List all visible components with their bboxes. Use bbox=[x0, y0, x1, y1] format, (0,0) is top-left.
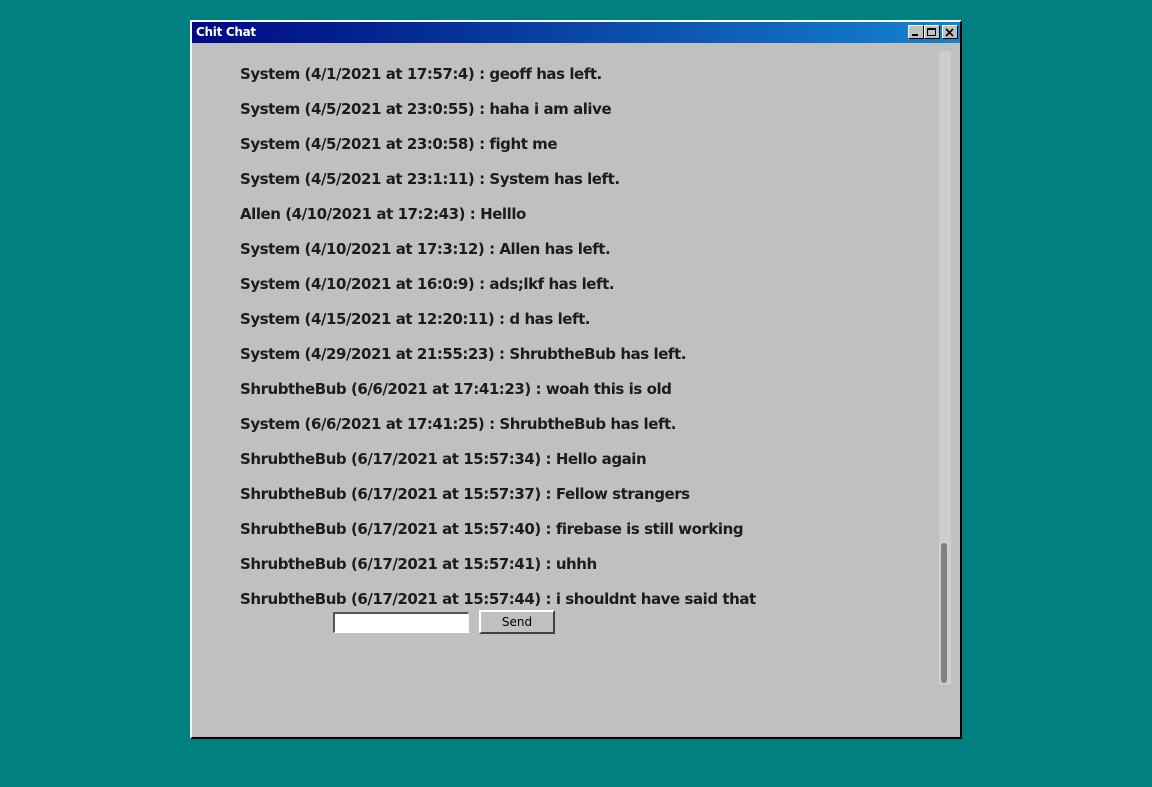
chat-message: System (4/5/2021 at 23:0:58) : fight me bbox=[240, 135, 558, 153]
message-list: System (4/1/2021 at 17:57:4) : geoff has… bbox=[192, 43, 940, 737]
scrollbar[interactable] bbox=[939, 51, 951, 685]
close-button[interactable] bbox=[942, 25, 958, 39]
chat-message: System (4/1/2021 at 17:57:4) : geoff has… bbox=[240, 65, 602, 83]
composer: Send bbox=[333, 610, 555, 634]
maximize-button[interactable] bbox=[924, 25, 940, 39]
window-title: Chit Chat bbox=[196, 25, 256, 39]
chat-window: Chit Chat System (4/1/2021 at 17:57:4) :… bbox=[190, 20, 962, 739]
send-button[interactable]: Send bbox=[479, 610, 555, 634]
minimize-icon bbox=[912, 34, 918, 36]
chat-message: ShrubtheBub (6/17/2021 at 15:57:40) : fi… bbox=[240, 520, 744, 538]
chat-message: System (6/6/2021 at 17:41:25) : Shrubthe… bbox=[240, 415, 676, 433]
chat-message: System (4/5/2021 at 23:1:11) : System ha… bbox=[240, 170, 620, 188]
chat-message: System (4/10/2021 at 16:0:9) : ads;lkf h… bbox=[240, 275, 615, 293]
chat-message: ShrubtheBub (6/17/2021 at 15:57:34) : He… bbox=[240, 450, 647, 468]
window-controls bbox=[908, 25, 958, 39]
chat-message: System (4/15/2021 at 12:20:11) : d has l… bbox=[240, 310, 591, 328]
chat-message: ShrubtheBub (6/17/2021 at 15:57:41) : uh… bbox=[240, 555, 597, 573]
scrollbar-thumb[interactable] bbox=[941, 543, 947, 683]
message-input[interactable] bbox=[333, 611, 469, 633]
chat-message: Allen (4/10/2021 at 17:2:43) : Helllo bbox=[240, 205, 526, 223]
chat-message: ShrubtheBub (6/17/2021 at 15:57:44) : i … bbox=[240, 590, 756, 608]
minimize-button[interactable] bbox=[908, 25, 924, 39]
chat-message: System (4/29/2021 at 21:55:23) : Shrubth… bbox=[240, 345, 686, 363]
chat-message: System (4/10/2021 at 17:3:12) : Allen ha… bbox=[240, 240, 611, 258]
maximize-icon bbox=[927, 28, 936, 36]
chat-message: ShrubtheBub (6/17/2021 at 15:57:37) : Fe… bbox=[240, 485, 690, 503]
chat-message: System (4/5/2021 at 23:0:55) : haha i am… bbox=[240, 100, 612, 118]
chat-message: ShrubtheBub (6/6/2021 at 17:41:23) : woa… bbox=[240, 380, 672, 398]
close-icon bbox=[945, 28, 954, 37]
title-bar[interactable]: Chit Chat bbox=[192, 22, 960, 43]
